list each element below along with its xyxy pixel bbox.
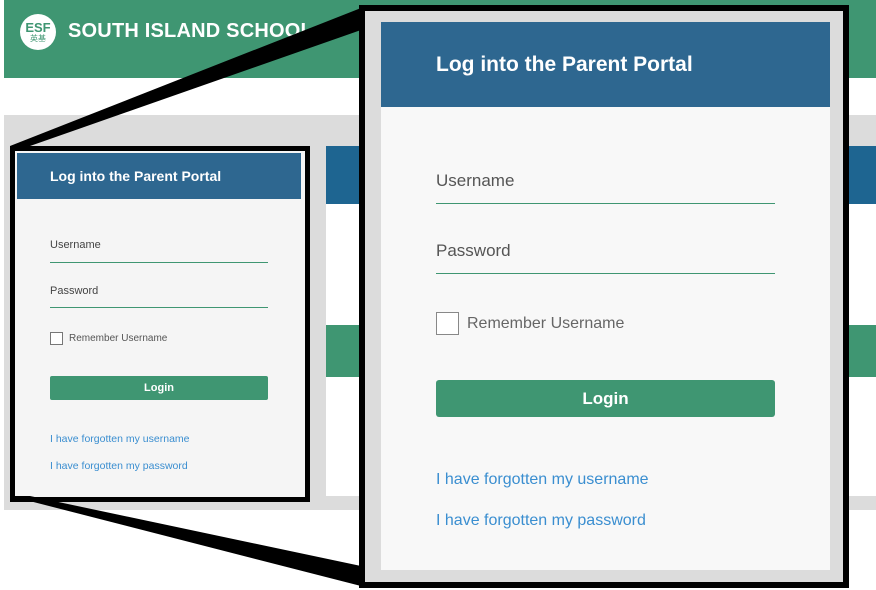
- forgot-username-link[interactable]: I have forgotten my username: [436, 471, 649, 489]
- zoom-connector-bottom: [10, 496, 361, 586]
- large-login-title-text: Log into the Parent Portal: [436, 52, 693, 76]
- username-field[interactable]: Username: [436, 171, 514, 191]
- login-button[interactable]: Login: [436, 380, 775, 417]
- zoom-connector-top: [10, 8, 361, 146]
- password-field[interactable]: Password: [436, 241, 511, 261]
- remember-username-label: Remember Username: [467, 315, 625, 332]
- password-underline: [436, 273, 775, 274]
- large-login-title: Log into the Parent Portal: [381, 22, 830, 107]
- remember-username-checkbox[interactable]: [436, 312, 459, 335]
- username-underline: [436, 203, 775, 204]
- forgot-password-link[interactable]: I have forgotten my password: [436, 512, 646, 530]
